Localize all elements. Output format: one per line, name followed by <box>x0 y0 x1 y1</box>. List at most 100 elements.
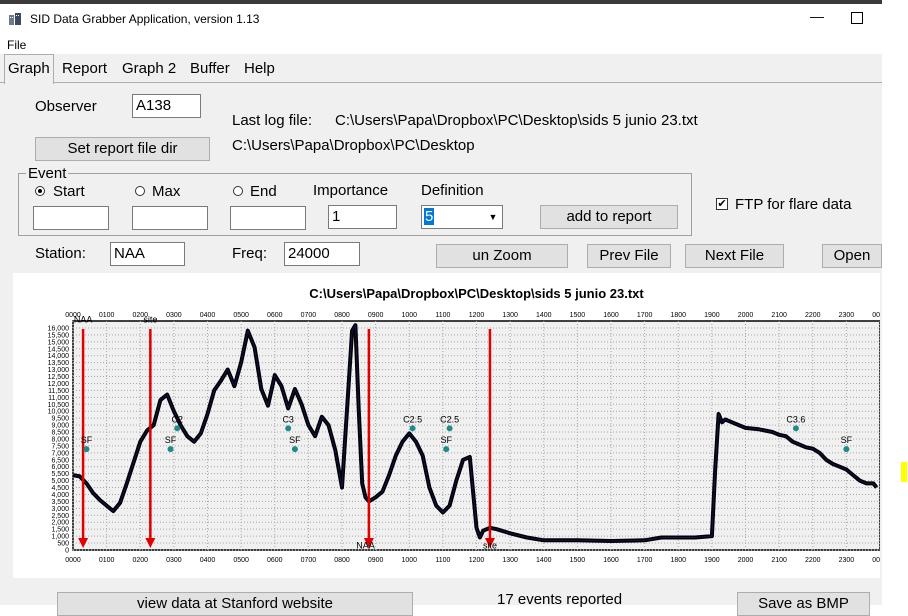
definition-select[interactable]: 5 ▼ <box>421 205 503 229</box>
x-tick-label-top: 2100 <box>771 312 787 319</box>
chart-annotation: C2.5 <box>440 414 459 424</box>
menu-bar <box>0 36 908 54</box>
tab-divider <box>0 82 882 83</box>
y-tick-label: 3,500 <box>51 499 69 506</box>
x-tick-label-bottom: 0400 <box>200 557 216 564</box>
observer-input[interactable]: A138 <box>132 94 201 118</box>
ftp-label: FTP for flare data <box>735 196 852 213</box>
set-report-dir-button[interactable]: Set report file dir <box>35 137 210 161</box>
x-tick-label-top: 1200 <box>469 312 485 319</box>
chart-annotation: C3 <box>282 414 294 424</box>
chart-annotation: SF <box>841 435 853 445</box>
tab-graph-2[interactable]: Graph 2 <box>119 58 180 82</box>
end-radio[interactable] <box>233 186 243 196</box>
x-tick-label-top: 2300 <box>839 312 855 319</box>
x-tick-label-bottom: 2200 <box>805 557 821 564</box>
tab-help[interactable]: Help <box>241 58 278 82</box>
next-file-button[interactable]: Next File <box>685 244 784 268</box>
x-tick-label-top: 0500 <box>233 312 249 319</box>
view-stanford-button[interactable]: view data at Stanford website <box>57 592 413 616</box>
ftp-checkbox[interactable]: ✔ <box>716 198 728 210</box>
station-input[interactable]: NAA <box>110 242 185 266</box>
tab-graph[interactable]: Graph <box>4 54 54 84</box>
event-legend: Event <box>26 165 69 182</box>
importance-label: Importance <box>313 182 389 199</box>
unzoom-button[interactable]: un Zoom <box>436 244 568 268</box>
x-tick-label-top: 0300 <box>166 312 182 319</box>
last-log-label: Last log file: <box>232 112 313 129</box>
x-tick-label-top: 1900 <box>704 312 720 319</box>
start-label: Start <box>53 183 85 200</box>
chart: C:\Users\Papa\Dropbox\PC\Desktop\sids 5 … <box>48 286 880 564</box>
start-radio[interactable] <box>35 186 45 196</box>
end-label: End <box>250 183 277 200</box>
x-tick-label-top: 1800 <box>670 312 686 319</box>
flare-dot <box>291 446 298 453</box>
x-tick-label-bottom: 0500 <box>233 557 249 564</box>
minimize-button[interactable]: — <box>808 8 826 26</box>
chart-annotation: C2 <box>171 414 183 424</box>
flare-dot <box>409 425 416 432</box>
definition-label: Definition <box>421 182 484 199</box>
y-tick-label: 3,000 <box>51 506 69 513</box>
x-tick-label-top: 2000 <box>738 312 754 319</box>
x-tick-label-top: 1300 <box>502 312 518 319</box>
end-time-input[interactable] <box>230 206 306 230</box>
x-tick-label-bottom: 0000 <box>65 557 81 564</box>
x-tick-label-bottom: 0200 <box>132 557 148 564</box>
save-bmp-button[interactable]: Save as BMP <box>737 592 870 616</box>
window-title: SID Data Grabber Application, version 1.… <box>30 12 260 26</box>
y-tick-label: 7,500 <box>51 443 69 450</box>
menu-file[interactable]: File <box>7 38 26 52</box>
chart-panel[interactable]: C:\Users\Papa\Dropbox\PC\Desktop\sids 5 … <box>13 273 880 578</box>
x-tick-label-bottom: 0800 <box>334 557 350 564</box>
y-tick-label: 15,000 <box>48 339 70 346</box>
x-tick-label-top: 0000 <box>872 312 880 319</box>
chevron-down-icon[interactable]: ▼ <box>486 209 500 225</box>
x-tick-label-bottom: 1100 <box>435 557 450 564</box>
x-tick-label-top: 0600 <box>267 312 283 319</box>
y-tick-label: 1,000 <box>51 534 69 541</box>
tab-buffer[interactable]: Buffer <box>187 58 233 82</box>
freq-label: Freq: <box>232 245 268 262</box>
x-tick-label-top: 0800 <box>334 312 350 319</box>
x-tick-label-bottom: 0100 <box>99 557 115 564</box>
maximize-button[interactable] <box>851 12 863 24</box>
y-tick-label: 9,500 <box>51 416 69 423</box>
chart-title: C:\Users\Papa\Dropbox\PC\Desktop\sids 5 … <box>309 286 644 301</box>
x-tick-label-top: 0700 <box>301 312 317 319</box>
importance-input[interactable]: 1 <box>328 205 397 229</box>
x-tick-label-top: 1100 <box>435 312 450 319</box>
observer-label: Observer <box>35 98 97 115</box>
x-tick-label-bottom: 0300 <box>166 557 182 564</box>
y-tick-label: 8,500 <box>51 430 69 437</box>
chart-annotation: NAA <box>356 541 375 551</box>
x-tick-label-top: 1500 <box>570 312 586 319</box>
chart-annotation: NAA <box>74 314 93 324</box>
y-tick-label: 6,000 <box>51 464 69 471</box>
y-tick-label: 15,500 <box>48 332 70 339</box>
open-button[interactable]: Open <box>822 244 882 268</box>
x-tick-label-bottom: 0600 <box>267 557 283 564</box>
flare-dot <box>174 425 181 432</box>
y-tick-label: 4,500 <box>51 485 69 492</box>
x-tick-label-top: 0100 <box>99 312 115 319</box>
chart-annotation: C2.5 <box>403 414 422 424</box>
y-tick-label: 2,000 <box>51 520 69 527</box>
y-tick-label: 16,000 <box>48 325 70 332</box>
max-time-input[interactable] <box>132 206 208 230</box>
tab-report[interactable]: Report <box>59 58 111 82</box>
x-tick-label-top: 1700 <box>637 312 653 319</box>
add-to-report-button[interactable]: add to report <box>540 205 678 229</box>
y-tick-label: 6,500 <box>51 457 69 464</box>
flare-dot <box>443 446 450 453</box>
report-dir-path: C:\Users\Papa\Dropbox\PC\Desktop <box>232 137 475 154</box>
start-time-input[interactable] <box>33 206 109 230</box>
y-tick-label: 11,500 <box>48 388 69 395</box>
y-tick-label: 500 <box>57 541 69 548</box>
freq-input[interactable]: 24000 <box>284 242 360 266</box>
max-radio[interactable] <box>135 186 145 196</box>
y-tick-label: 12,500 <box>48 374 70 381</box>
y-tick-label: 8,000 <box>51 436 69 443</box>
prev-file-button[interactable]: Prev File <box>587 244 671 268</box>
